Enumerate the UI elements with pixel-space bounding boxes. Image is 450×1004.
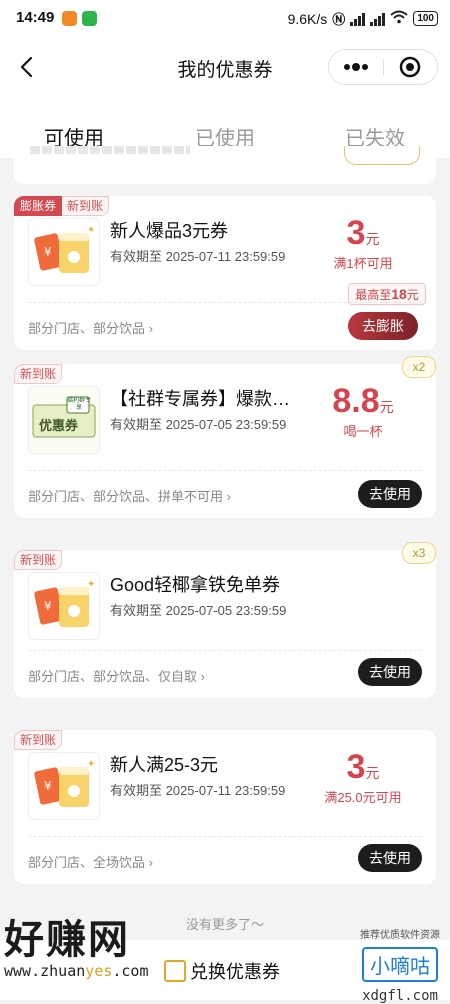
coupon-tag: 新到账 <box>14 364 63 384</box>
wifi-icon <box>390 10 408 27</box>
exchange-icon <box>164 960 186 982</box>
coupon-tag: 新到账 <box>62 196 110 216</box>
coupon-amount: 3元 满1杯可用 <box>308 214 418 272</box>
watermark-brand: 好赚网 <box>4 918 130 962</box>
svg-text:¥: ¥ <box>44 599 52 613</box>
green-ticket-icon: 福利群专享 优惠券 <box>28 386 100 454</box>
status-time: 14:49 <box>16 9 55 26</box>
svg-text:✦: ✦ <box>87 759 95 770</box>
svg-text:✦: ✦ <box>87 225 95 236</box>
signal-icon <box>350 12 366 26</box>
coupon-tags: 膨胀券 新到账 <box>14 196 110 216</box>
battery-icon: 100 <box>413 11 438 26</box>
card-divider <box>28 470 422 471</box>
use-coupon-button[interactable]: 去使用 <box>358 480 422 508</box>
coupon-title: 新人满25-3元 <box>110 755 219 775</box>
cup-voucher-icon: ¥ ✦ <box>28 572 100 640</box>
coupon-validity: 有效期至 2025-07-11 23:59:59 <box>110 249 286 264</box>
mini-program-capsule <box>328 49 438 85</box>
chevron-right-icon: › <box>200 669 205 684</box>
coupon-scope[interactable]: 部分门店、部分饮品 › <box>28 318 153 337</box>
chevron-right-icon: › <box>148 855 153 870</box>
coupon-validity: 有效期至 2025-07-05 23:59:59 <box>110 603 287 618</box>
chevron-right-icon: › <box>148 321 153 336</box>
watermark-slogan: 推荐优质软件资源 <box>360 930 440 941</box>
amount-unit: 元 <box>365 765 380 781</box>
coupon-card[interactable]: 膨胀券 新到账 ¥ ✦ 新人爆品3元券 有效期至 2025-07-11 23:5… <box>14 196 436 350</box>
coupon-condition: 喝一杯 <box>343 424 383 439</box>
coupon-scope[interactable]: 部分门店、部分饮品、仅自取 › <box>28 666 205 685</box>
coupon-card[interactable]: 新到账 x3 ¥ ✦ Good轻椰拿铁免单券 有效期至 2025-07-05 2… <box>14 542 436 698</box>
signal-icon-2 <box>370 12 386 26</box>
coupon-amount: 8.8元 喝一杯 <box>308 382 418 440</box>
coupon-quantity: x2 <box>402 356 436 378</box>
coupon-validity: 有效期至 2025-07-05 23:59:59 <box>110 417 287 432</box>
coupon-tags: 新到账 <box>14 364 63 384</box>
watermark-brand-right: 小嘀咕 <box>362 947 438 982</box>
more-dots-icon <box>344 63 368 71</box>
coupon-title: 【社群专属券】爆款… <box>110 389 290 409</box>
use-coupon-button[interactable]: 去使用 <box>358 844 422 872</box>
chevron-right-icon: › <box>226 489 231 504</box>
thumb-text: 优惠券 <box>39 418 79 433</box>
card-divider <box>28 836 422 837</box>
close-mini-program-button[interactable] <box>384 50 437 84</box>
amount-value: 3 <box>346 214 366 252</box>
exchange-label: 兑换优惠券 <box>190 962 280 982</box>
amount-unit: 元 <box>365 231 380 247</box>
coupon-validity: 有效期至 2025-07-11 23:59:59 <box>110 783 286 798</box>
max-unit: 元 <box>406 288 419 302</box>
coupon-card[interactable]: 新到账 ¥ ✦ 新人满25-3元 有效期至 2025-07-11 23:59:5… <box>14 730 436 884</box>
max-value: 18 <box>391 286 407 302</box>
watermark-left: 好赚网 www.zhuanyes.com <box>4 918 149 980</box>
coupon-tag: 膨胀券 <box>14 196 63 216</box>
target-close-icon <box>399 56 421 78</box>
coupon-condition: 满25.0元可用 <box>324 790 402 805</box>
coupon-title: 新人爆品3元券 <box>110 221 229 241</box>
watermark-url: www.zhuanyes.com <box>4 962 149 980</box>
use-coupon-button[interactable]: 去使用 <box>358 658 422 686</box>
card-divider <box>28 302 422 303</box>
max-prefix: 最高至 <box>355 288 392 302</box>
coupon-amount: 3元 满25.0元可用 <box>308 748 418 806</box>
coupon-quantity: x3 <box>402 542 436 564</box>
coupon-scope[interactable]: 部分门店、全场饮品 › <box>28 852 153 871</box>
card-divider <box>28 650 422 651</box>
amount-value: 3 <box>346 748 366 786</box>
coupon-card[interactable]: 新到账 x2 福利群专享 优惠券 【社群专属券】爆款… 有效期至 2025-07… <box>14 356 436 518</box>
coupon-tags: 新到账 <box>14 730 63 750</box>
cup-voucher-icon: ¥ ✦ <box>28 752 100 820</box>
svg-text:¥: ¥ <box>44 779 52 793</box>
coupon-scope[interactable]: 部分门店、部分饮品、拼单不可用 › <box>28 486 231 505</box>
wechat-notification-icon <box>82 11 97 26</box>
nav-bar: 我的优惠券 <box>0 38 450 96</box>
coupon-title: Good轻椰拿铁免单券 <box>110 575 281 595</box>
coupon-condition: 满1杯可用 <box>333 256 393 271</box>
more-button[interactable] <box>329 50 383 84</box>
net-speed: 9.6K/s <box>287 10 328 27</box>
coupon-tags: 新到账 <box>14 550 63 570</box>
cup-voucher-icon: ¥ ✦ <box>28 218 100 286</box>
scrolled-previous-item <box>14 146 436 184</box>
amount-unit: 元 <box>379 399 394 415</box>
peek-text <box>30 146 190 154</box>
watermark-right: 推荐优质软件资源 小嘀咕 xdgfl.com <box>360 926 440 1004</box>
coupon-tag: 新到账 <box>14 730 63 750</box>
peek-button <box>344 146 420 165</box>
nfc-icon: Ⓝ <box>332 12 346 27</box>
app-notification-icon <box>62 11 77 26</box>
amount-value: 8.8 <box>332 382 380 420</box>
watermark-url-right: xdgfl.com <box>362 988 438 1004</box>
exchange-coupon-button[interactable]: 兑换优惠券 <box>164 958 280 984</box>
expand-coupon-button[interactable]: 去膨胀 <box>348 312 426 340</box>
status-bar: 14:49 9.6K/s Ⓝ 100 <box>0 0 450 38</box>
svg-text:✦: ✦ <box>87 579 95 590</box>
thumb-tag: 福利群专享 <box>67 398 92 411</box>
coupon-tag: 新到账 <box>14 550 63 570</box>
svg-text:¥: ¥ <box>44 245 52 259</box>
